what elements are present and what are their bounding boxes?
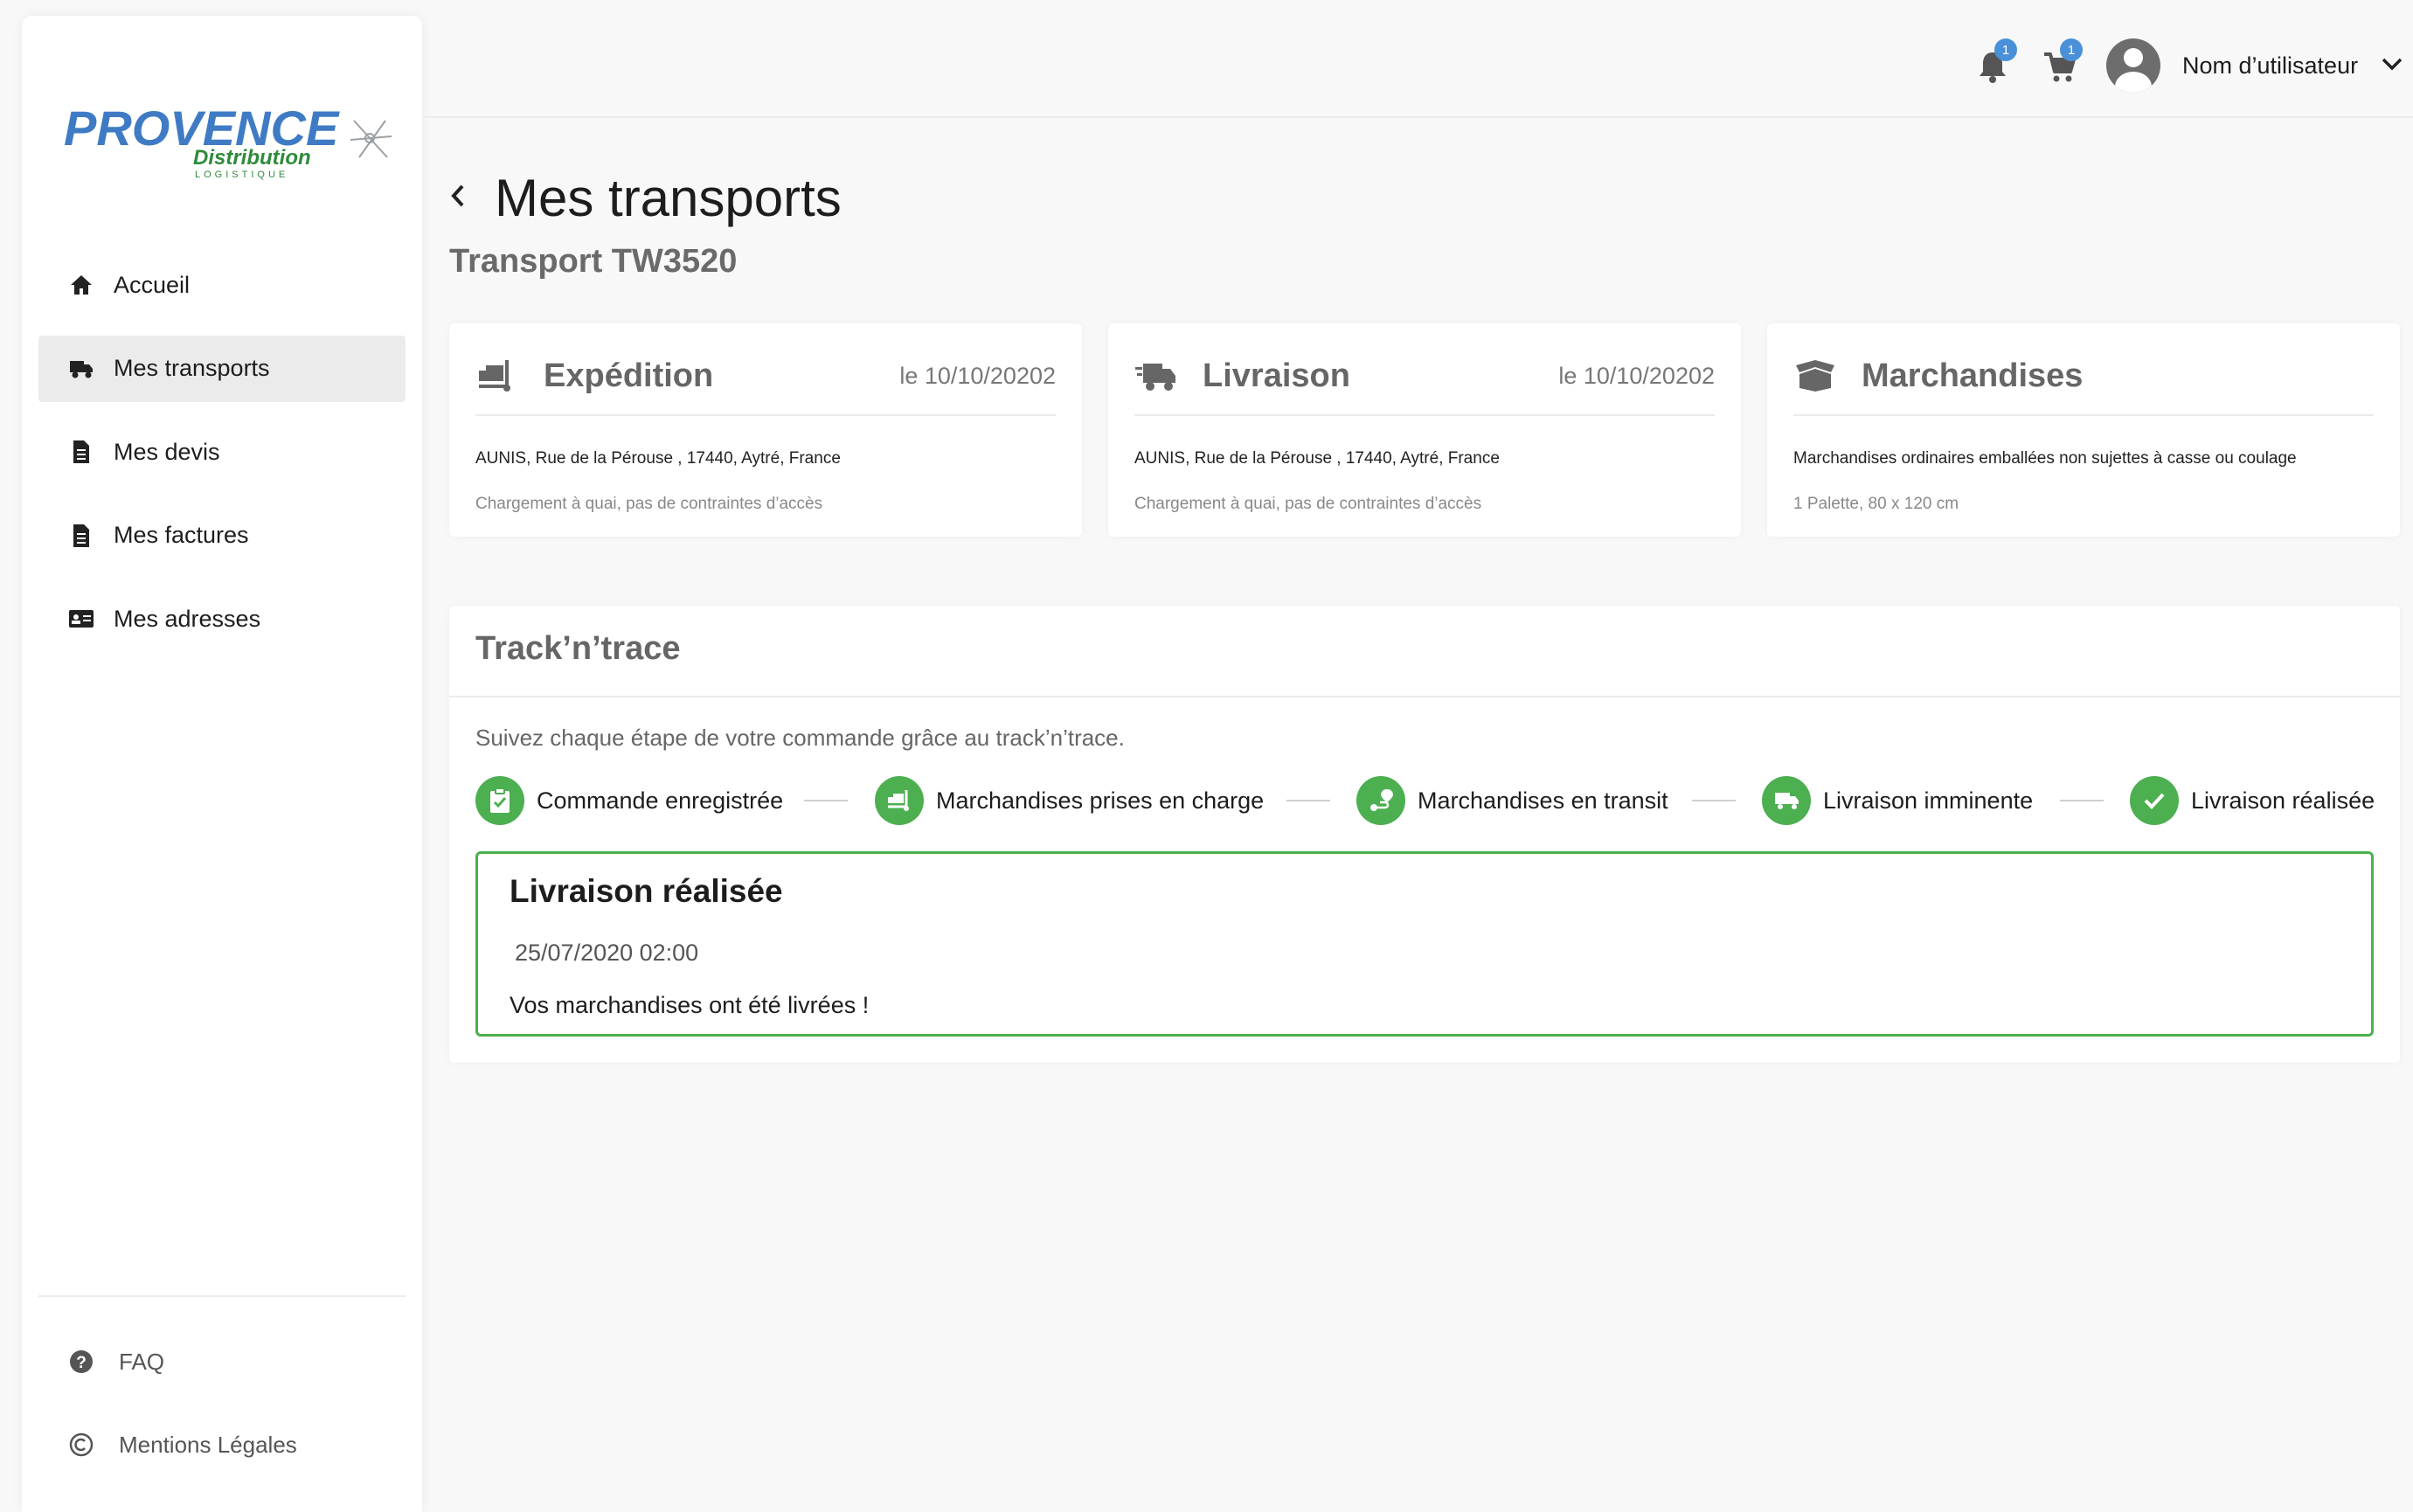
sidebar-footer-nav: ? FAQ Mentions Légales — [38, 1328, 406, 1495]
track-n-trace-panel: Track’n’trace Suivez chaque étape de vot… — [449, 606, 2400, 1063]
sidebar-item-mes-devis[interactable]: Mes devis — [38, 419, 406, 485]
track-title: Track’n’trace — [475, 630, 681, 667]
goods-quantity: 1 Palette, 80 x 120 cm — [1793, 495, 1959, 513]
step-livraison-imminente[interactable]: Livraison imminente — [1762, 776, 2033, 825]
sidebar-item-label: FAQ — [119, 1348, 165, 1375]
notifications-badge: 1 — [1994, 38, 2017, 61]
document-icon — [68, 523, 94, 549]
user-menu[interactable]: Nom d’utilisateur — [2106, 38, 2403, 93]
step-commande-enregistree[interactable]: Commande enregistrée — [475, 776, 783, 825]
sidebar-item-mentions-legales[interactable]: Mentions Légales — [38, 1411, 406, 1478]
sidebar-item-label: Mes factures — [114, 522, 249, 548]
avatar — [2106, 38, 2160, 93]
chevron-left-icon — [449, 182, 467, 214]
provence-distribution-logo[interactable]: PROVENCE Distribution LOGISTIQUE — [64, 86, 405, 182]
home-icon — [68, 272, 94, 298]
livraison-card: Livraison le 10/10/20202 AUNIS, Rue de l… — [1108, 323, 1741, 537]
step-detail-date: 25/07/2020 02:00 — [515, 940, 699, 966]
page-title-row: Mes transports — [449, 168, 842, 228]
track-intro: Suivez chaque étape de votre commande gr… — [475, 725, 1125, 751]
card-access-note: Chargement à quai, pas de contraintes d’… — [475, 495, 823, 513]
sidebar-item-label: Mes adresses — [114, 605, 261, 632]
question-circle-icon: ? — [68, 1349, 94, 1375]
sidebar-item-label: Mes transports — [114, 355, 270, 381]
sidebar-item-label: Accueil — [114, 271, 191, 298]
user-name: Nom d’utilisateur — [2182, 52, 2359, 79]
top-bar: 1 1 Nom d’utilisateur — [422, 0, 2413, 118]
sidebar-item-accueil[interactable]: Accueil — [38, 252, 406, 318]
cart-badge: 1 — [2060, 38, 2083, 61]
box-open-icon — [1793, 357, 1837, 395]
step-detail-message: Vos marchandises ont été livrées ! — [510, 992, 870, 1018]
step-marchandises-en-transit[interactable]: Marchandises en transit — [1356, 776, 1668, 825]
sidebar-item-label: Mes devis — [114, 438, 220, 465]
marchandises-card: Marchandises Marchandises ordinaires emb… — [1767, 323, 2400, 537]
truck-icon — [68, 356, 94, 382]
back-button[interactable] — [449, 181, 475, 216]
cart-button[interactable]: 1 — [2042, 38, 2083, 87]
svg-text:LOGISTIQUE: LOGISTIQUE — [195, 170, 288, 180]
expedition-card: Expédition le 10/10/20202 AUNIS, Rue de … — [449, 323, 1082, 537]
card-divider — [475, 414, 1056, 416]
card-address: AUNIS, Rue de la Pérouse , 17440, Aytré,… — [475, 449, 841, 468]
card-title: Expédition — [544, 357, 714, 394]
goods-description: Marchandises ordinaires emballées non su… — [1793, 449, 2297, 468]
svg-text:?: ? — [76, 1354, 87, 1372]
card-access-note: Chargement à quai, pas de contraintes d’… — [1134, 495, 1482, 513]
cart-icon — [2042, 52, 2077, 87]
card-title: Livraison — [1203, 357, 1350, 394]
step-label: Livraison réalisée — [2191, 787, 2375, 814]
notifications-button[interactable]: 1 — [1977, 38, 2017, 87]
card-address: AUNIS, Rue de la Pérouse , 17440, Aytré,… — [1134, 449, 1500, 468]
step-label: Marchandises prises en charge — [936, 787, 1265, 814]
fast-truck-icon — [1134, 357, 1178, 395]
step-label: Livraison imminente — [1823, 787, 2034, 814]
page-title: Mes transports — [495, 169, 842, 227]
step-connector — [1286, 800, 1330, 801]
step-label: Marchandises en transit — [1418, 787, 1668, 814]
step-label: Commande enregistrée — [537, 787, 784, 814]
document-icon — [68, 439, 94, 465]
chevron-down-icon — [2381, 56, 2403, 76]
bell-icon — [1977, 52, 2008, 87]
dolly-icon — [475, 357, 519, 395]
sidebar: PROVENCE Distribution LOGISTIQUE Accueil… — [22, 16, 422, 1512]
step-marchandises-prises-en-charge[interactable]: Marchandises prises en charge — [875, 776, 1264, 825]
card-title: Marchandises — [1862, 357, 2084, 394]
track-divider — [449, 696, 2400, 697]
step-detail-box: Livraison réalisée 25/07/2020 02:00 Vos … — [475, 851, 2374, 1037]
step-connector — [1692, 800, 1736, 801]
sidebar-item-faq[interactable]: ? FAQ — [38, 1328, 406, 1395]
step-connector — [804, 800, 848, 801]
sidebar-item-label: Mentions Légales — [119, 1431, 297, 1458]
card-date: le 10/10/20202 — [1558, 362, 1715, 389]
sidebar-item-mes-transports[interactable]: Mes transports — [38, 335, 406, 402]
step-detail-title: Livraison réalisée — [510, 873, 783, 909]
sidebar-nav: Accueil Mes transports Mes devis Mes fac… — [38, 252, 406, 669]
truck-icon — [1762, 776, 1811, 825]
sidebar-item-mes-factures[interactable]: Mes factures — [38, 503, 406, 569]
clipboard-check-icon — [475, 776, 524, 825]
dolly-icon — [875, 776, 924, 825]
address-card-icon — [68, 606, 94, 632]
svg-text:Distribution: Distribution — [193, 146, 311, 170]
card-divider — [1793, 414, 2374, 416]
card-divider — [1134, 414, 1715, 416]
step-livraison-realisee[interactable]: Livraison réalisée — [2130, 776, 2375, 825]
transport-reference: Transport TW3520 — [449, 243, 738, 280]
track-steps: Commande enregistrée Marchandises prises… — [475, 776, 2376, 825]
copyright-icon — [68, 1432, 94, 1458]
step-connector — [2060, 800, 2104, 801]
route-icon — [1356, 776, 1405, 825]
sidebar-divider — [38, 1295, 406, 1297]
card-date: le 10/10/20202 — [899, 362, 1056, 389]
sidebar-item-mes-adresses[interactable]: Mes adresses — [38, 586, 406, 652]
check-icon — [2130, 776, 2179, 825]
